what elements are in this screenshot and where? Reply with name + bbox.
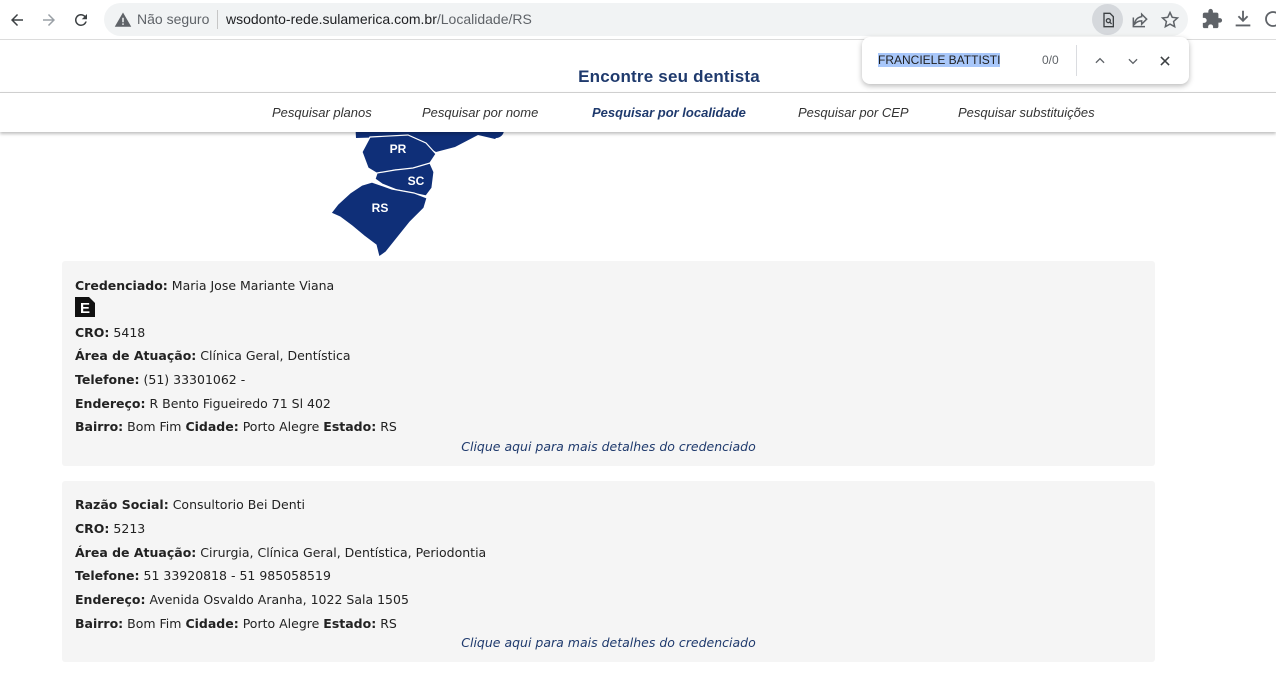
warning-icon — [114, 12, 132, 27]
nav-search-substitutions[interactable]: Pesquisar substituições — [958, 105, 1095, 120]
location-row: Bairro: Bom Fim Cidade: Porto Alegre Est… — [75, 419, 397, 434]
address-value: R Bento Figueiredo 71 Sl 402 — [149, 396, 331, 411]
find-bar: FRANCIELE BATTISTI 0/0 — [862, 37, 1189, 84]
forward-button[interactable] — [36, 7, 62, 33]
phone-label: Telefone: — [75, 372, 140, 387]
provider-card: Credenciado: Maria Jose Mariante Viana E… — [62, 261, 1155, 466]
close-icon — [1160, 56, 1170, 66]
url-path: /Localidade/RS — [436, 11, 532, 27]
url-host: wsodonto-rede.sulamerica.com.br — [226, 11, 437, 27]
reload-button[interactable] — [68, 7, 94, 33]
cro-value: 5418 — [113, 325, 146, 340]
address-label: Endereço: — [75, 396, 146, 411]
find-previous-button[interactable] — [1088, 49, 1112, 73]
cro-value: 5213 — [113, 521, 146, 536]
find-in-page-button[interactable] — [1092, 4, 1123, 35]
find-input[interactable]: FRANCIELE BATTISTI — [878, 53, 1001, 67]
share-icon[interactable] — [1130, 10, 1150, 30]
find-match-count: 0/0 — [1042, 53, 1059, 67]
reload-icon — [74, 13, 87, 26]
provider-details-link[interactable]: Clique aqui para mais detalhes do creden… — [62, 439, 1155, 454]
security-label: Não seguro — [137, 11, 210, 27]
area-value: Cirurgia, Clínica Geral, Dentística, Per… — [200, 545, 487, 560]
cidade-label: Cidade: — [185, 419, 239, 434]
find-query: FRANCIELE BATTISTI — [878, 53, 1001, 67]
map-region-rs[interactable] — [330, 181, 428, 259]
url-text: wsodonto-rede.sulamerica.com.br/Localida… — [226, 11, 532, 27]
arrow-left-icon — [11, 14, 23, 26]
find-in-page-icon — [1102, 12, 1114, 27]
specialist-badge-letter: E — [80, 300, 90, 317]
phone-row: Telefone: (51) 33301062 - — [75, 372, 245, 387]
provider-details-link[interactable]: Clique aqui para mais detalhes do creden… — [62, 635, 1155, 650]
provider-name-label: Credenciado: — [75, 278, 168, 293]
omnibox-divider — [217, 10, 218, 29]
provider-name-label: Razão Social: — [75, 497, 169, 512]
map-label-pr: PR — [390, 142, 407, 156]
bairro-label: Bairro: — [75, 616, 124, 631]
nav-search-by-location[interactable]: Pesquisar por localidade — [592, 105, 746, 120]
provider-name-row: Razão Social: Consultorio Bei Denti — [75, 497, 305, 512]
extensions-icon[interactable] — [1201, 8, 1223, 30]
browser-toolbar: Não seguro wsodonto-rede.sulamerica.com.… — [0, 0, 1276, 40]
map-label-rs: RS — [372, 201, 389, 215]
chevron-down-icon — [1128, 58, 1138, 65]
cidade-value: Porto Alegre — [242, 616, 320, 631]
address-value: Avenida Osvaldo Aranha, 1022 Sala 1505 — [149, 592, 409, 607]
bairro-value: Bom Fim — [127, 616, 182, 631]
phone-value: (51) 33301062 - — [143, 372, 246, 387]
phone-row: Telefone: 51 33920818 - 51 985058519 — [75, 568, 331, 583]
area-value: Clínica Geral, Dentística — [200, 348, 351, 363]
estado-value: RS — [380, 419, 397, 434]
address-bar[interactable]: Não seguro wsodonto-rede.sulamerica.com.… — [104, 3, 1188, 36]
cro-row: CRO: 5418 — [75, 325, 145, 340]
find-next-button[interactable] — [1121, 49, 1145, 73]
area-row: Área de Atuação: Clínica Geral, Dentísti… — [75, 348, 350, 363]
address-row: Endereço: Avenida Osvaldo Aranha, 1022 S… — [75, 592, 409, 607]
address-label: Endereço: — [75, 592, 146, 607]
bookmark-star-icon[interactable] — [1160, 10, 1180, 30]
cro-row: CRO: 5213 — [75, 521, 145, 536]
provider-card: Razão Social: Consultorio Bei Denti CRO:… — [62, 481, 1155, 662]
specialist-badge-icon: E — [75, 297, 95, 317]
brazil-south-map: PR SC RS — [330, 120, 505, 259]
area-label: Área de Atuação: — [75, 545, 197, 560]
provider-name: Consultorio Bei Denti — [172, 497, 306, 512]
search-nav-menu: Pesquisar planos Pesquisar por nome Pesq… — [0, 92, 1276, 132]
estado-label: Estado: — [323, 616, 377, 631]
cro-label: CRO: — [75, 521, 110, 536]
provider-name: Maria Jose Mariante Viana — [171, 278, 335, 293]
map-label-sc: SC — [408, 174, 425, 188]
chevron-up-icon — [1095, 57, 1105, 64]
area-label: Área de Atuação: — [75, 348, 197, 363]
nav-search-plans[interactable]: Pesquisar planos — [272, 105, 372, 120]
profile-menu-edge[interactable] — [1262, 8, 1276, 30]
phone-value: 51 33920818 - 51 985058519 — [143, 568, 331, 583]
cidade-label: Cidade: — [185, 616, 239, 631]
nav-search-by-cep[interactable]: Pesquisar por CEP — [798, 105, 909, 120]
estado-label: Estado: — [323, 419, 377, 434]
cro-label: CRO: — [75, 325, 110, 340]
back-button[interactable] — [4, 7, 30, 33]
bairro-value: Bom Fim — [127, 419, 182, 434]
area-row: Área de Atuação: Cirurgia, Clínica Geral… — [75, 545, 486, 560]
cidade-value: Porto Alegre — [242, 419, 320, 434]
address-row: Endereço: R Bento Figueiredo 71 Sl 402 — [75, 396, 331, 411]
location-row: Bairro: Bom Fim Cidade: Porto Alegre Est… — [75, 616, 397, 631]
estado-value: RS — [380, 616, 397, 631]
arrow-right-icon — [43, 14, 55, 26]
find-divider — [1076, 45, 1077, 76]
phone-label: Telefone: — [75, 568, 140, 583]
bairro-label: Bairro: — [75, 419, 124, 434]
find-close-button[interactable] — [1153, 49, 1177, 73]
download-icon[interactable] — [1232, 8, 1254, 30]
nav-search-by-name[interactable]: Pesquisar por nome — [422, 105, 538, 120]
provider-name-row: Credenciado: Maria Jose Mariante Viana — [75, 278, 334, 293]
